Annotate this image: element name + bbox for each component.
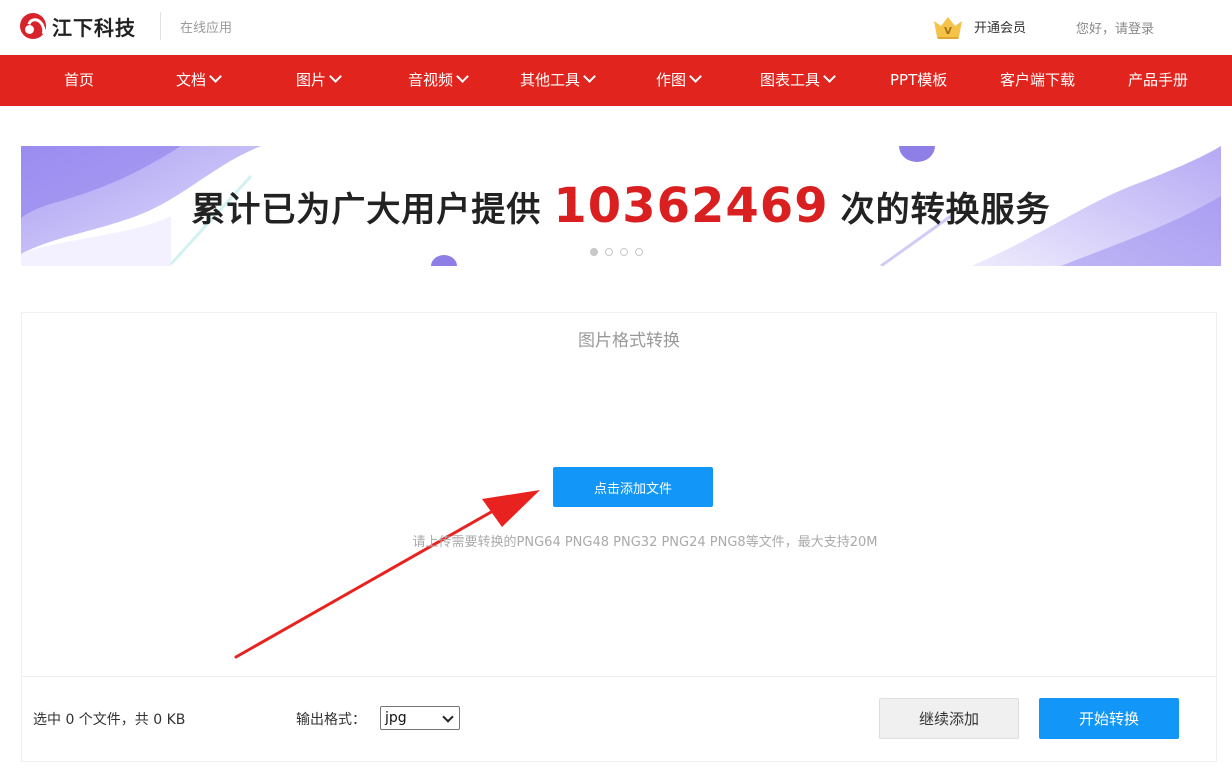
nav-label: 首页 [64,71,95,89]
banner-text-after: 次的转换服务 [840,189,1051,230]
nav-label: 客户端下载 [1000,71,1076,89]
chevron-down-icon [209,70,222,83]
carousel-dot[interactable] [590,248,598,256]
nav-item-home[interactable]: 首页 [64,55,94,106]
chevron-down-icon [583,70,596,83]
carousel-dot[interactable] [605,248,613,256]
nav-label: 作图 [656,71,687,89]
converter-title: 图片格式转换 [578,331,680,351]
brand-logo[interactable]: 江下科技 [20,10,136,42]
add-file-button[interactable]: 点击添加文件 [553,467,713,507]
nav-label: 产品手册 [1128,71,1189,89]
nav-label: 其他工具 [520,71,581,89]
svg-text:V: V [944,26,952,37]
brand-subtitle: 在线应用 [180,21,233,36]
nav-item-images[interactable]: 图片 [296,55,342,106]
carousel-dot[interactable] [635,248,643,256]
continue-add-button[interactable]: 继续添加 [879,698,1019,739]
nav-label: 图表工具 [760,71,821,89]
main-nav: 首页 文档 图片 音视频 其他工具 作图 图表工具 PPT模板 客户端下载 产品… [0,55,1232,106]
output-format-select[interactable]: jpg [380,706,460,730]
top-header: 江下科技 在线应用 V 开通会员 您好，请登录 [0,0,1232,55]
brand-name: 江下科技 [52,15,136,40]
crown-icon: V [932,13,964,39]
start-convert-button[interactable]: 开始转换 [1039,698,1179,739]
selected-format: jpg [385,710,407,726]
banner-text-before: 累计已为广大用户提供 [191,189,542,230]
nav-item-chart-tools[interactable]: 图表工具 [760,55,836,106]
vip-label: 开通会员 [974,20,1027,36]
nav-label: 图片 [296,71,327,89]
nav-label: 文档 [176,71,207,89]
output-format-label: 输出格式： [296,712,366,728]
chevron-down-icon [329,70,342,83]
nav-item-documents[interactable]: 文档 [176,55,222,106]
nav-item-drawing[interactable]: 作图 [656,55,702,106]
header-divider [160,12,161,40]
carousel-indicators [590,248,643,256]
chevron-down-icon [823,70,836,83]
chevron-down-icon [456,70,469,83]
nav-item-audio-video[interactable]: 音视频 [408,55,469,106]
upload-hint: 请上传需要转换的PNG64 PNG48 PNG32 PNG24 PNG8等文件，… [412,535,878,550]
nav-item-product-manual[interactable]: 产品手册 [1128,55,1188,106]
nav-item-client-download[interactable]: 客户端下载 [1000,55,1075,106]
selection-status: 选中 0 个文件，共 0 KB [33,712,186,728]
nav-label: 音视频 [408,71,454,89]
chevron-down-icon [689,70,702,83]
chevron-down-icon [442,711,454,723]
conversion-count: 10362469 [553,178,829,234]
nav-label: PPT模板 [890,71,948,89]
annotation-arrow-icon [234,490,540,659]
logo-icon [20,13,46,39]
vip-link[interactable]: V 开通会员 [932,13,1026,39]
carousel-dot[interactable] [620,248,628,256]
nav-item-other-tools[interactable]: 其他工具 [520,55,596,106]
login-link[interactable]: 您好，请登录 [1076,18,1154,37]
panel-divider [22,676,1216,677]
nav-item-ppt-templates[interactable]: PPT模板 [890,55,947,106]
